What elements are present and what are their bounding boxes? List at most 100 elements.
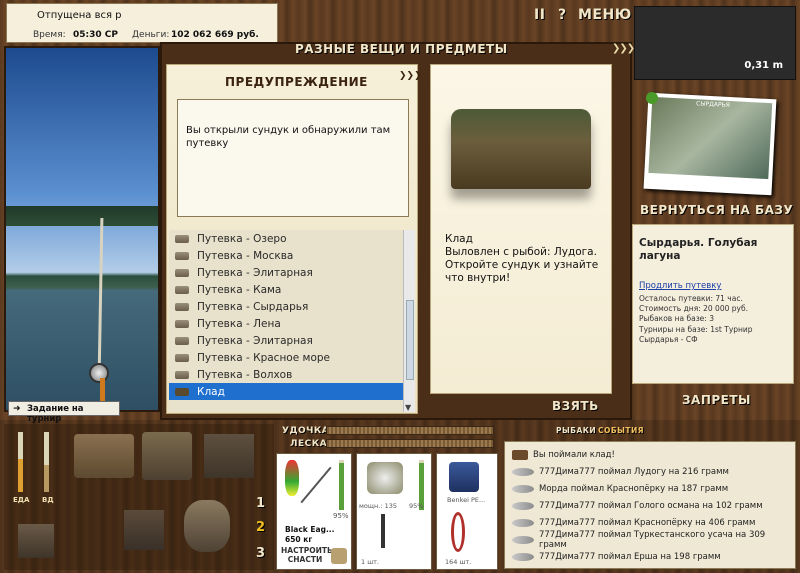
return-to-base-button[interactable]: ВЕРНУТЬСЯ НА БАЗУ bbox=[640, 203, 793, 217]
feed-item: 777Дима777 поймал Краснопёрку на 406 гра… bbox=[505, 514, 795, 531]
fish-icon bbox=[512, 552, 534, 561]
food-label: ЕДА bbox=[13, 496, 30, 504]
lure-name: Benkei PE... bbox=[447, 496, 486, 504]
help-button[interactable]: ? bbox=[558, 7, 567, 23]
bag-icon[interactable] bbox=[142, 432, 192, 480]
feed-item: 777Дима777 поймал Голого османа на 102 г… bbox=[505, 497, 795, 514]
bait-box-icon[interactable] bbox=[124, 510, 164, 550]
list-item-label: Путевка - Кама bbox=[197, 283, 282, 296]
items-panel: ПРЕДУПРЕЖДЕНИЕ ❯❯❯ Вы открыли сундук и о… bbox=[166, 64, 422, 414]
tournament-task-button[interactable]: ➜ Задание на турнир bbox=[8, 401, 120, 424]
depth-panel: 0,31 m bbox=[634, 6, 796, 80]
ticket-icon bbox=[175, 234, 189, 243]
worm-icon bbox=[451, 512, 465, 552]
list-item-label: Путевка - Элитарная bbox=[197, 266, 313, 279]
list-item[interactable]: Путевка - Лена bbox=[169, 315, 403, 332]
money-value: 102 062 669 руб. bbox=[171, 30, 259, 40]
rod-label: УДОЧКА bbox=[282, 426, 330, 436]
list-item[interactable]: Путевка - Элитарная bbox=[169, 264, 403, 281]
backpack-icon[interactable] bbox=[74, 434, 134, 478]
rod-name: Black Eag... bbox=[285, 525, 335, 534]
list-item[interactable]: Путевка - Москва bbox=[169, 247, 403, 264]
list-item-label: Клад bbox=[197, 385, 225, 398]
fish-icon bbox=[512, 484, 534, 493]
arrow-right-icon: ➜ bbox=[13, 404, 21, 414]
ticket-icon bbox=[175, 251, 189, 260]
tab-events[interactable]: СОБЫТИЯ bbox=[598, 426, 644, 435]
line-slot[interactable]: Benkei PE... 164 шт. bbox=[436, 453, 498, 570]
voucher-remaining: Осталось путевки: 71 час. bbox=[639, 294, 743, 303]
reel-power: мощн.: 135 bbox=[359, 502, 397, 510]
list-item[interactable]: Путевка - Волхов bbox=[169, 366, 403, 383]
list-item[interactable]: Путевка - Элитарная bbox=[169, 332, 403, 349]
pause-button[interactable]: II bbox=[534, 7, 545, 23]
rod-icon bbox=[300, 466, 332, 504]
extend-voucher-link[interactable]: Продлить путевку bbox=[639, 281, 721, 291]
list-item[interactable]: Путевка - Кама bbox=[169, 281, 403, 298]
feed-item: Морда поймал Краснопёрку на 187 грамм bbox=[505, 480, 795, 497]
treasure-chest-icon bbox=[451, 109, 591, 189]
feed-item-text: 777Дима777 поймал Краснопёрку на 406 гра… bbox=[539, 517, 756, 528]
list-item-label: Путевка - Озеро bbox=[197, 232, 287, 245]
drink-label: ВД bbox=[42, 496, 54, 504]
time-label: Время: bbox=[33, 30, 66, 40]
warning-text: Вы открыли сундук и обнаружили там путев… bbox=[177, 99, 409, 217]
menu-button[interactable]: МЕНЮ bbox=[578, 7, 632, 23]
bait-count: 164 шт. bbox=[445, 558, 472, 566]
list-item[interactable]: Путевка - Красное море bbox=[169, 349, 403, 366]
bucket-icon[interactable] bbox=[184, 500, 230, 552]
reel-slot[interactable]: мощн.: 135 95% 1 шт. bbox=[356, 453, 432, 570]
rod-tension-bar bbox=[326, 426, 494, 435]
list-item-label: Путевка - Красное море bbox=[197, 351, 330, 364]
scroll-thumb[interactable] bbox=[406, 300, 414, 380]
items-list[interactable]: Путевка - Озеро Путевка - Москва Путевка -… bbox=[169, 230, 403, 412]
bans-button[interactable]: ЗАПРЕТЫ bbox=[682, 393, 751, 407]
setup-tackle-button[interactable]: НАСТРОИТЬ СНАСТИ bbox=[281, 546, 333, 564]
feed-item: 777Дима777 поймал Лудогу на 216 грамм bbox=[505, 463, 795, 480]
slot-3[interactable]: 3 bbox=[256, 546, 266, 561]
rod-weight: 650 кг bbox=[285, 535, 313, 544]
detail-text: Клад Выловлен с рыбой: Лудога. Откройте … bbox=[445, 233, 599, 284]
take-button[interactable]: ВЗЯТЬ bbox=[552, 399, 599, 413]
ticket-icon bbox=[175, 336, 189, 345]
list-item[interactable]: Путевка - Сырдарья bbox=[169, 298, 403, 315]
feed-item-text: Морда поймал Краснопёрку на 187 грамм bbox=[539, 483, 729, 494]
reel-icon bbox=[367, 462, 403, 494]
warning-arrows-icon: ❯❯❯ bbox=[399, 71, 422, 81]
reel-percent: 95% bbox=[409, 502, 424, 510]
dialog-arrows-icon: ❯❯❯ bbox=[612, 43, 635, 54]
ticket-icon bbox=[175, 285, 189, 294]
feed-item: Вы поймали клад! bbox=[505, 446, 795, 463]
location-name: Сырдарья. Голубая лагуна bbox=[639, 237, 758, 262]
ticket-icon bbox=[175, 302, 189, 311]
food-meter bbox=[18, 432, 23, 492]
rod-slot[interactable]: 95% Black Eag... 650 кг НАСТРОИТЬ СНАСТИ bbox=[276, 453, 352, 570]
dialog-title: РАЗНЫЕ ВЕЩИ И ПРЕДМЕТЫ bbox=[295, 42, 508, 56]
feed-item-text: Вы поймали клад! bbox=[533, 449, 615, 460]
list-item-label: Путевка - Волхов bbox=[197, 368, 293, 381]
time-value: 05:30 СР bbox=[73, 30, 118, 40]
items-dialog: РАЗНЫЕ ВЕЩИ И ПРЕДМЕТЫ ❯❯❯ ПРЕДУПРЕЖДЕНИ… bbox=[160, 42, 635, 420]
feed-item: 777Дима777 поймал Ерша на 198 грамм bbox=[505, 548, 795, 565]
list-item[interactable]: Путевка - Озеро bbox=[169, 230, 403, 247]
status-message: Отпущена вся р bbox=[37, 10, 122, 21]
list-item-label: Путевка - Лена bbox=[197, 317, 281, 330]
line-spool-icon bbox=[449, 462, 479, 492]
cage-icon[interactable] bbox=[18, 524, 54, 558]
fishing-scene[interactable] bbox=[4, 46, 160, 412]
feed-item-text: 777Дима777 поймал Голого османа на 102 г… bbox=[539, 500, 763, 511]
list-scrollbar[interactable]: ▼ bbox=[403, 230, 415, 412]
gear-icon[interactable] bbox=[331, 548, 347, 564]
tab-fishers[interactable]: РЫБАКИ bbox=[556, 426, 596, 435]
ticket-icon bbox=[175, 319, 189, 328]
feed-item-text: 777Дима777 поймал Ерша на 198 грамм bbox=[539, 551, 721, 562]
ticket-icon bbox=[175, 353, 189, 362]
fish-icon bbox=[512, 501, 534, 510]
slot-1[interactable]: 1 bbox=[256, 496, 266, 511]
rod-percent: 95% bbox=[333, 512, 349, 520]
list-item[interactable]: Клад bbox=[169, 383, 403, 400]
chevron-down-icon[interactable]: ▼ bbox=[405, 403, 411, 412]
hook-count: 1 шт. bbox=[361, 558, 380, 566]
slot-2[interactable]: 2 bbox=[256, 520, 266, 535]
book-icon[interactable] bbox=[204, 434, 254, 478]
